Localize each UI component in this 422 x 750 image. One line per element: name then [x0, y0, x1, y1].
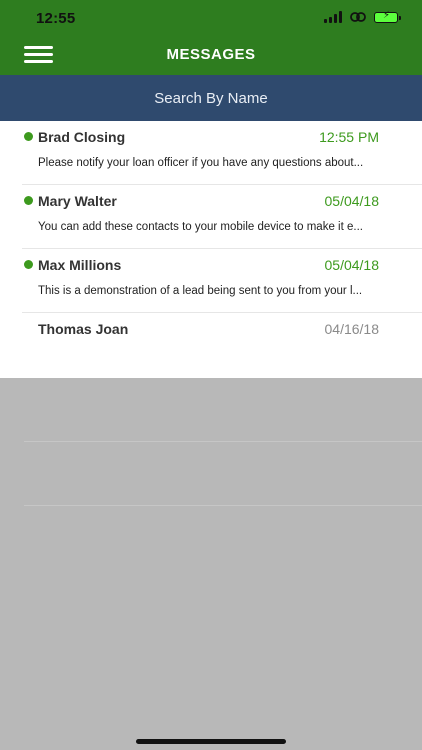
battery-charging-icon: ⚡: [374, 9, 401, 23]
signal-icon: [324, 11, 342, 23]
message-item-thomas-joan[interactable]: Thomas Joan 04/16/18: [22, 313, 422, 377]
message-item-max-millions[interactable]: Max Millions 05/04/18 This is a demonstr…: [22, 249, 422, 313]
message-item-brad-closing[interactable]: Brad Closing 12:55 PM Please notify your…: [22, 121, 422, 185]
link-icon: [350, 12, 366, 22]
bolt-icon: ⚡: [383, 9, 391, 21]
sender-name: Thomas Joan: [38, 321, 129, 337]
unread-indicator: [24, 132, 33, 141]
message-preview: This is a demonstration of a lead being …: [38, 285, 363, 297]
message-preview: Please notify your loan officer if you h…: [38, 157, 364, 169]
empty-row-separator: [24, 378, 422, 442]
search-label: Search By Name: [154, 89, 268, 107]
message-time: 05/04/18: [324, 193, 380, 209]
nav-bar: MESSAGES: [0, 38, 422, 75]
sender-name: Max Millions: [38, 257, 122, 273]
sender-name: Brad Closing: [38, 129, 126, 145]
home-indicator[interactable]: [136, 739, 286, 744]
unread-indicator: [24, 260, 33, 269]
message-time: 12:55 PM: [319, 129, 379, 145]
search-by-name-bar[interactable]: Search By Name: [0, 75, 422, 121]
page-title: MESSAGES: [166, 46, 256, 63]
status-bar: 12:55 ⚡: [0, 0, 422, 38]
status-icons: ⚡: [324, 9, 401, 23]
message-item-mary-walter[interactable]: Mary Walter 05/04/18 You can add these c…: [22, 185, 422, 249]
message-list: Brad Closing 12:55 PM Please notify your…: [0, 121, 422, 378]
message-preview: You can add these contacts to your mobil…: [38, 221, 363, 233]
unread-indicator: [24, 196, 33, 205]
message-time: 04/16/18: [324, 321, 380, 337]
status-time: 12:55: [36, 10, 76, 27]
empty-row-separator: [24, 442, 422, 506]
sender-name: Mary Walter: [38, 193, 117, 209]
message-time: 05/04/18: [324, 257, 380, 273]
app-header: 12:55 ⚡ MESSAGES: [0, 0, 422, 75]
empty-list-area: [24, 378, 422, 750]
